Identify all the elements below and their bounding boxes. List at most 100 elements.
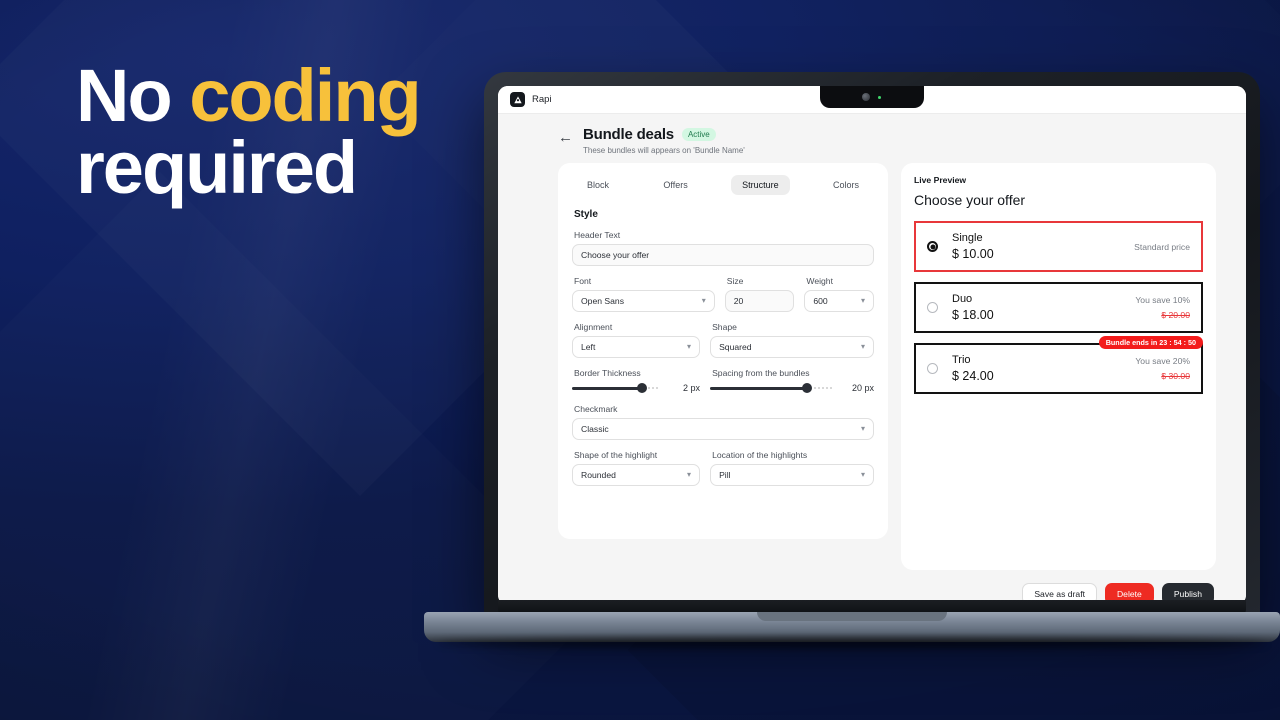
highlight-location-label: Location of the highlights — [712, 450, 808, 460]
shape-select[interactable]: Squared ▾ — [710, 336, 874, 358]
editor-tabs: Block Offers Structure Colors — [572, 175, 874, 195]
header-text-input[interactable]: Choose your offer — [572, 244, 874, 266]
tab-offers[interactable]: Offers — [652, 175, 698, 195]
page-header: ← Bundle deals Active These bundles will… — [498, 114, 1246, 163]
live-preview-title: Choose your offer — [914, 192, 1026, 208]
rapi-logo-icon — [510, 92, 525, 107]
spacing-slider[interactable] — [710, 382, 834, 394]
weight-field: Weight 600 ▾ — [804, 276, 874, 312]
chevron-updown-icon: ▾ — [860, 341, 865, 351]
highlight-location-value: Pill — [719, 470, 731, 480]
highlight-shape-field: Shape of the highlight Rounded ▾ — [572, 450, 701, 486]
highlight-shape-value: Rounded — [581, 470, 616, 480]
slider-thumb[interactable] — [801, 383, 812, 393]
border-thickness-field: Border Thickness 2 px — [572, 368, 700, 394]
font-field: Font Open Sans ▾ — [572, 276, 715, 312]
highlight-shape-label: Shape of the highlight — [574, 450, 658, 460]
slider-thumb[interactable] — [637, 383, 648, 393]
spacing-label: Spacing from the bundles — [712, 368, 810, 378]
hero-line2: required — [76, 125, 358, 209]
offer-name-single: Single — [952, 232, 983, 244]
chevron-updown-icon: ▾ — [860, 469, 865, 479]
highlight-location-field: Location of the highlights Pill ▾ — [710, 450, 874, 486]
countdown-ribbon: Bundle ends in 23 : 54 : 50 — [1098, 336, 1203, 349]
size-input[interactable]: 20 — [724, 290, 795, 312]
screen-notch — [820, 86, 924, 108]
laptop-lid: Rapi ← Bundle deals Active These bundles… — [484, 72, 1260, 617]
preview-column: Live Preview Choose your offer Single $ … — [901, 163, 1216, 605]
size-field: Size 20 — [724, 276, 795, 312]
editor-panel: Block Offers Structure Colors Style Head… — [558, 163, 888, 539]
weight-value: 600 — [813, 296, 828, 306]
border-thickness-label: Border Thickness — [574, 368, 641, 378]
radio-duo[interactable] — [927, 302, 938, 313]
border-thickness-slider[interactable] — [572, 382, 661, 394]
weight-label: Weight — [806, 276, 833, 286]
live-preview-panel: Live Preview Choose your offer Single $ … — [901, 163, 1216, 570]
border-thickness-value: 2 px — [683, 383, 701, 393]
shape-label: Shape — [712, 322, 737, 332]
alignment-select[interactable]: Left ▾ — [572, 336, 701, 358]
offer-row-single[interactable]: Single $ 10.00 Standard price — [914, 221, 1203, 272]
section-title-style: Style — [574, 209, 598, 220]
radio-single[interactable] — [927, 241, 938, 252]
checkmark-select[interactable]: Classic ▾ — [572, 418, 874, 440]
hero-line1-white: No — [76, 54, 190, 137]
offer-compare-duo: $ 20.00 — [1161, 310, 1190, 320]
checkmark-value: Classic — [581, 424, 609, 434]
camera-led-icon — [878, 96, 881, 99]
sliders-row: Border Thickness 2 px Spacing from the b… — [572, 368, 874, 394]
font-label: Font — [574, 276, 592, 286]
header-text-label: Header Text — [574, 230, 621, 240]
checkmark-label: Checkmark — [574, 404, 618, 414]
chevron-updown-icon: ▾ — [860, 423, 865, 433]
laptop-mockup: Rapi ← Bundle deals Active These bundles… — [424, 72, 1280, 648]
font-row: Font Open Sans ▾ Size 20 Weight 600 ▾ — [572, 276, 874, 312]
size-label: Size — [726, 276, 744, 286]
highlight-location-select[interactable]: Pill ▾ — [710, 464, 874, 486]
offer-row-duo[interactable]: Duo $ 18.00 You save 10% $ 20.00 — [914, 282, 1203, 333]
status-badge: Active — [681, 128, 716, 141]
weight-select[interactable]: 600 ▾ — [804, 290, 874, 312]
page-title: Bundle deals — [583, 126, 674, 143]
shape-field: Shape Squared ▾ — [710, 322, 874, 358]
alignment-value: Left — [581, 342, 596, 352]
alignment-row: Alignment Left ▾ Shape Squared ▾ — [572, 322, 874, 358]
offer-note-trio: You save 20% — [1135, 356, 1190, 366]
offer-price-trio: $ 24.00 — [952, 369, 994, 383]
laptop-screen: Rapi ← Bundle deals Active These bundles… — [498, 86, 1246, 605]
spacing-field: Spacing from the bundles 20 px — [710, 368, 874, 394]
tab-structure[interactable]: Structure — [731, 175, 790, 195]
laptop-base-notch — [757, 612, 947, 621]
brand-name: Rapi — [532, 94, 552, 105]
spacing-value: 20 px — [851, 383, 874, 393]
highlight-shape-select[interactable]: Rounded ▾ — [572, 464, 701, 486]
highlight-row: Shape of the highlight Rounded ▾ Locatio… — [572, 450, 874, 486]
radio-trio[interactable] — [927, 363, 938, 374]
hero-line1-accent: coding — [189, 54, 422, 137]
camera-icon — [862, 93, 870, 101]
offer-compare-trio: $ 30.00 — [1161, 371, 1190, 381]
offer-name-trio: Trio — [952, 354, 971, 366]
offer-price-duo: $ 18.00 — [952, 308, 994, 322]
tab-colors[interactable]: Colors — [822, 175, 870, 195]
shape-value: Squared — [719, 342, 752, 352]
chevron-updown-icon: ▾ — [687, 341, 692, 351]
chevron-updown-icon: ▾ — [860, 295, 865, 305]
offer-name-duo: Duo — [952, 293, 973, 305]
page-subtitle: These bundles will appears on 'Bundle Na… — [583, 146, 745, 155]
laptop-base — [424, 612, 1280, 648]
title-row: Bundle deals Active — [583, 126, 745, 143]
slider-fill — [710, 387, 807, 390]
offer-row-trio[interactable]: Bundle ends in 23 : 54 : 50 Trio $ 24.00… — [914, 336, 1203, 394]
main-content: Block Offers Structure Colors Style Head… — [498, 163, 1246, 605]
chevron-updown-icon: ▾ — [687, 469, 692, 479]
offer-price-single: $ 10.00 — [952, 247, 994, 261]
tab-block[interactable]: Block — [576, 175, 620, 195]
offer-note-duo: You save 10% — [1135, 295, 1190, 305]
back-arrow-icon[interactable]: ← — [558, 130, 573, 145]
font-select[interactable]: Open Sans ▾ — [572, 290, 715, 312]
slider-fill — [572, 387, 643, 390]
font-value: Open Sans — [581, 296, 624, 306]
laptop-base-shadow — [438, 638, 1266, 648]
